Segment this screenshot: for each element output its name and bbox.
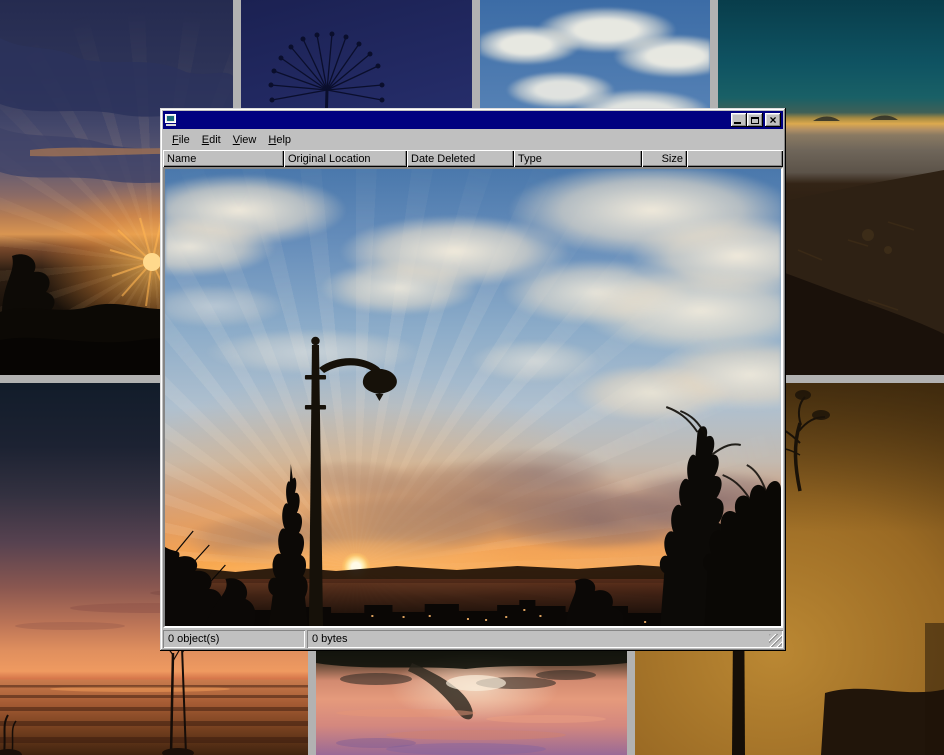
column-header-date-label: Date Deleted xyxy=(411,153,475,165)
titlebar[interactable]: × xyxy=(163,111,783,129)
column-header-type-label: Type xyxy=(518,153,542,165)
menu-bar: File Edit View Help xyxy=(163,129,783,150)
window-icon xyxy=(165,114,179,126)
menu-file-label: ile xyxy=(179,134,190,146)
minimize-icon xyxy=(734,122,741,124)
recycle-bin-window: × File Edit View Help Name Original Loca… xyxy=(160,108,786,651)
column-header-size[interactable]: Size xyxy=(642,150,687,167)
status-bytes-panel: 0 bytes xyxy=(307,630,783,648)
resize-grip-icon[interactable] xyxy=(769,634,782,647)
right-trees-silhouette xyxy=(566,407,781,626)
column-header-filler xyxy=(687,150,783,167)
column-header-size-label: Size xyxy=(662,153,683,165)
photo-silhouettes xyxy=(165,169,781,626)
menu-edit-label: dit xyxy=(209,134,221,146)
menu-help-label: elp xyxy=(276,134,291,146)
window-icon-screen xyxy=(165,114,176,123)
window-icon-base xyxy=(166,124,176,126)
minimize-button[interactable] xyxy=(731,113,747,127)
column-header-name-label: Name xyxy=(167,153,196,165)
maximize-button[interactable] xyxy=(747,113,763,127)
menu-view-label: iew xyxy=(240,134,257,146)
column-headers: Name Original Location Date Deleted Type… xyxy=(163,150,783,167)
status-objects-panel: 0 object(s) xyxy=(163,630,305,648)
menu-file-accel: F xyxy=(172,134,179,146)
list-view[interactable] xyxy=(163,167,783,628)
column-header-date-deleted[interactable]: Date Deleted xyxy=(407,150,514,167)
window-controls: × xyxy=(731,113,781,127)
maximize-icon xyxy=(751,117,759,124)
close-button[interactable]: × xyxy=(765,113,781,127)
menu-edit-accel: E xyxy=(202,134,209,146)
cypress-tree-silhouette xyxy=(268,464,308,626)
status-objects: 0 object(s) xyxy=(168,633,219,645)
menu-help[interactable]: Help xyxy=(262,132,297,148)
column-header-type[interactable]: Type xyxy=(514,150,642,167)
sunset-lamp-photo xyxy=(165,169,781,626)
menu-view[interactable]: View xyxy=(227,132,263,148)
menu-edit[interactable]: Edit xyxy=(196,132,227,148)
column-header-location-label: Original Location xyxy=(288,153,371,165)
status-bytes: 0 bytes xyxy=(312,633,347,645)
column-header-original-location[interactable]: Original Location xyxy=(284,150,407,167)
status-bar: 0 object(s) 0 bytes xyxy=(163,630,783,648)
desktop: × File Edit View Help Name Original Loca… xyxy=(0,0,944,755)
column-header-name[interactable]: Name xyxy=(163,150,284,167)
menu-file[interactable]: File xyxy=(166,132,196,148)
menu-view-accel: V xyxy=(233,134,240,146)
close-icon: × xyxy=(769,115,776,125)
